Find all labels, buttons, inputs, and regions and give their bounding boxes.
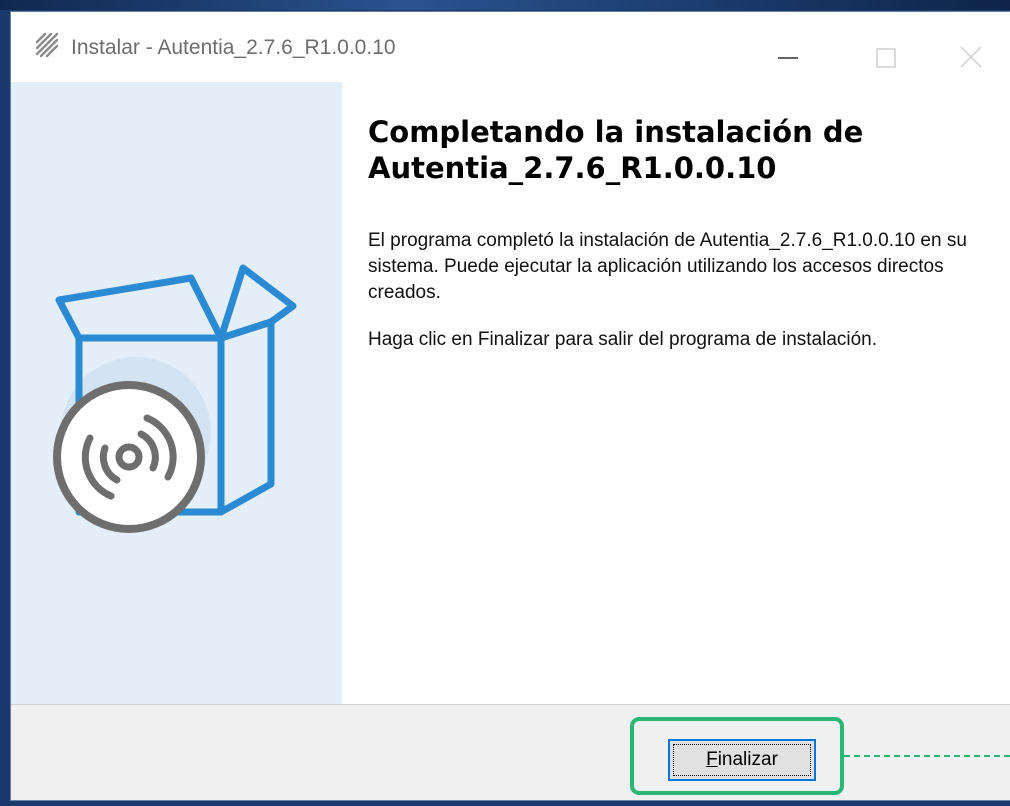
wizard-footer: Finalizar: [11, 704, 1010, 800]
page-title: Completando la instalación de Autentia_2…: [368, 114, 988, 186]
window-title: Instalar - Autentia_2.7.6_R1.0.0.10: [71, 36, 396, 59]
maximize-button[interactable]: [841, 12, 931, 82]
close-button[interactable]: [927, 12, 1010, 82]
completion-message: El programa completó la instalación de A…: [368, 230, 967, 303]
installer-window: Instalar - Autentia_2.7.6_R1.0.0.10 Comp…: [10, 11, 1010, 801]
annotation-leader-line: [844, 755, 1010, 757]
installer-app-icon: [35, 32, 59, 58]
page-title-line1: Completando la instalación de: [368, 115, 864, 149]
finish-instruction: Haga clic en Finalizar para salir del pr…: [368, 329, 878, 350]
minimize-button[interactable]: [743, 12, 833, 82]
maximize-icon: [876, 48, 896, 68]
wizard-side-panel: [11, 82, 342, 704]
page-title-line2: Autentia_2.7.6_R1.0.0.10: [368, 151, 777, 185]
title-bar[interactable]: Instalar - Autentia_2.7.6_R1.0.0.10: [11, 12, 1010, 82]
wizard-content: Completando la instalación de Autentia_2…: [342, 82, 1010, 704]
minimize-icon: [778, 57, 798, 59]
close-icon: [960, 46, 982, 68]
desktop-background: [0, 0, 1010, 10]
annotation-highlight-box: [630, 717, 844, 795]
box-with-disc-illustration: [53, 264, 297, 533]
